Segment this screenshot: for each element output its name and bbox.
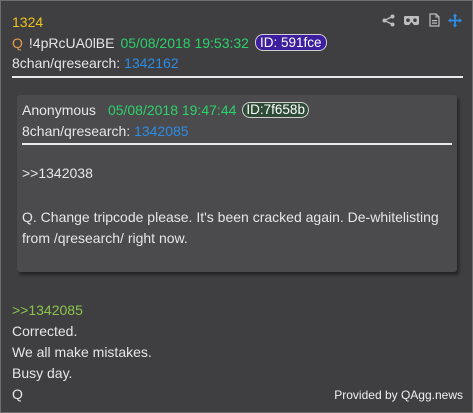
quoted-poster-id-badge: ID:7f658b [242, 102, 309, 118]
post-toolbar [381, 13, 462, 27]
q-post-card: 1324 Q !4pRcUA0lBE 05/08/2018 19:53:32 I… [0, 0, 473, 413]
move-arrows-icon[interactable] [448, 13, 462, 27]
header-divider [12, 76, 463, 78]
body-line: Corrected. [12, 323, 78, 339]
quoted-reply-reference: >>1342038 [22, 165, 93, 181]
post-date: 05/08/2018 19:53:32 [120, 34, 249, 51]
board-post-link[interactable]: 1342162 [124, 55, 179, 71]
body-line: Q [12, 386, 23, 402]
post-body: >>1342085 Corrected. We all make mistake… [12, 300, 152, 405]
quoted-post-header: Anonymous 05/08/2018 19:47:44 ID:7f658b [22, 102, 309, 118]
quoted-board-reference: 8chan/qresearch: 1342085 [22, 123, 189, 139]
document-icon[interactable] [427, 13, 441, 27]
author-letter: Q [12, 34, 23, 51]
body-line: We all make mistakes. [12, 344, 152, 360]
vr-glasses-icon[interactable] [402, 13, 420, 27]
post-number: 1324 [12, 14, 44, 30]
post-header: Q !4pRcUA0lBE 05/08/2018 19:53:32 ID: 59… [12, 34, 327, 51]
quoted-board-label: 8chan/qresearch: [22, 123, 131, 139]
quoted-post-date: 05/08/2018 19:47:44 [107, 102, 237, 118]
board-label: 8chan/qresearch: [12, 55, 121, 71]
board-reference: 8chan/qresearch: 1342162 [12, 55, 179, 71]
reply-reference-link[interactable]: >>1342085 [12, 300, 152, 321]
body-line: Busy day. [12, 365, 73, 381]
tripcode: !4pRcUA0lBE [28, 34, 115, 51]
share-icon[interactable] [381, 13, 395, 27]
quoted-header-divider [22, 143, 452, 145]
poster-id-badge: ID: 591fce [254, 34, 327, 51]
quoted-board-post-link[interactable]: 1342085 [134, 123, 189, 139]
quoted-author-name: Anonymous [22, 102, 96, 118]
quoted-post: Anonymous 05/08/2018 19:47:44 ID:7f658b … [17, 95, 457, 272]
quoted-post-body: Q. Change tripcode please. It's been cra… [22, 209, 439, 246]
credit-footer: Provided by QAgg.news [334, 388, 463, 402]
